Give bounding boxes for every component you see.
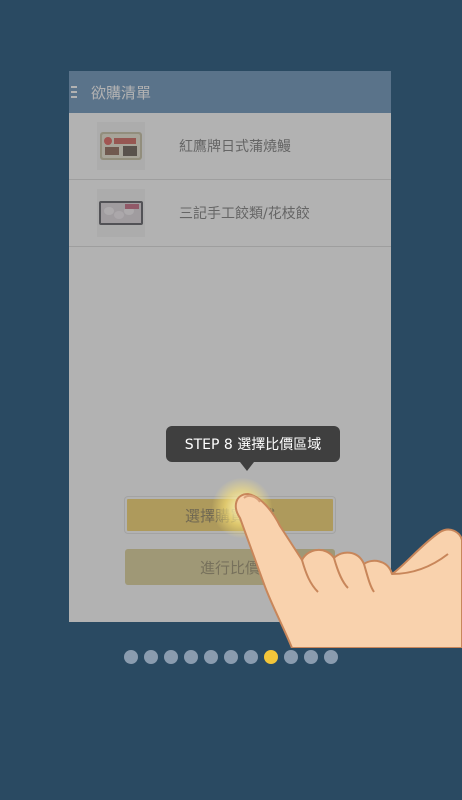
page-dot[interactable] [264,650,278,664]
page-dot[interactable] [244,650,258,664]
pointing-hand-icon [234,493,462,648]
item-label: 三記手工餃類/花枝餃 [179,206,310,222]
page-dot[interactable] [304,650,318,664]
app-bar: 欲購清單 [69,71,391,113]
tooltip-arrow [240,462,254,471]
page-dot[interactable] [124,650,138,664]
page-dot[interactable] [284,650,298,664]
hamburger-menu-icon[interactable] [69,71,89,113]
page-indicator [0,650,462,666]
item-label: 紅鷹牌日式蒲燒鰻 [179,139,291,155]
list-item[interactable]: 三記手工餃類/花枝餃 [69,180,391,247]
page-dot[interactable] [324,650,338,664]
page-dot[interactable] [164,650,178,664]
wishlist: 紅鷹牌日式蒲燒鰻 三記手工餃類/花枝餃 [69,113,391,247]
dumpling-pack-product-image [97,189,145,237]
page-dot[interactable] [144,650,158,664]
tutorial-tooltip: STEP 8 選擇比價區域 [166,426,340,462]
eel-can-product-image [97,122,145,170]
page-dot[interactable] [184,650,198,664]
page-dot[interactable] [224,650,238,664]
list-item[interactable]: 紅鷹牌日式蒲燒鰻 [69,113,391,180]
page-title: 欲購清單 [91,83,152,102]
page-dot[interactable] [204,650,218,664]
